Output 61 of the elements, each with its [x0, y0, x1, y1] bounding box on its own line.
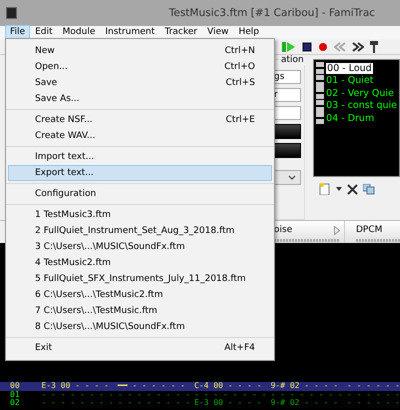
menu-item[interactable]: Instrument — [100, 25, 160, 40]
play-icon — [334, 226, 340, 234]
menu-item[interactable]: 6 C:\Users\...\TestMusic2.ftm — [8, 287, 272, 303]
pattern-cell[interactable]: 9-# 02 - - - - — [268, 399, 345, 408]
pattern-cell[interactable]: - - - - - - - - — [39, 390, 116, 399]
menu-item[interactable]: Save As... — [8, 91, 272, 107]
next-icon[interactable] — [352, 42, 364, 52]
pattern-cell[interactable]: - - - - - - — [345, 390, 400, 399]
window-title: TestMusic3.ftm [#1 Caribou] - FamiTrac — [169, 7, 376, 19]
menu-item[interactable]: 4 TestMusic2.ftm — [8, 255, 272, 271]
pattern-cell[interactable]: - - - - - - - - — [116, 390, 192, 399]
menu-item[interactable]: Export text... — [8, 165, 272, 181]
menu-item[interactable]: Configuration — [8, 186, 272, 202]
menu-item[interactable]: 1 TestMusic3.ftm — [8, 207, 272, 223]
copy-icon[interactable] — [363, 184, 376, 194]
menu-item[interactable]: 7 C:\Users\...\TestMusic.ftm — [8, 303, 272, 319]
pattern-cell[interactable]: - - - - - - — [345, 382, 400, 390]
menu-item[interactable]: 8 C:\Users\...\MUSIC\SoundFx.ftm — [8, 319, 272, 335]
group-title: ation — [279, 55, 306, 65]
menu-item[interactable]: Save Ctrl+S — [8, 75, 272, 91]
caret-icon[interactable] — [336, 187, 342, 191]
row-number: 00 — [9, 382, 21, 390]
caret-icon — [288, 175, 296, 180]
menu-item[interactable]: Create WAV... — [8, 128, 272, 144]
instrument-entry[interactable]: 02 - Very Quie — [326, 88, 394, 99]
pattern-cell[interactable]: E-3 00 - - - - — [39, 382, 116, 390]
record-icon[interactable] — [318, 42, 328, 52]
pattern-cell[interactable]: - - - - - - - - — [39, 399, 116, 408]
menu-item[interactable]: View — [202, 25, 234, 40]
instrument-entry[interactable]: 00 - Loud — [326, 62, 373, 74]
pattern-cell[interactable]: C-4 00 - - - - — [192, 382, 269, 390]
close-icon[interactable] — [347, 184, 358, 194]
menu-item[interactable]: Open... Ctrl+O — [8, 59, 272, 75]
menu-item[interactable]: New Ctrl+N — [8, 43, 272, 59]
pattern-cell[interactable]: 9-# 02 - - - - — [268, 382, 345, 390]
menu-item[interactable]: Create NSF... Ctrl+E — [8, 112, 272, 128]
pattern-cell[interactable]: ━━ - - - - - - — [116, 382, 192, 390]
menu-item[interactable]: Help — [234, 25, 264, 40]
pattern-cell[interactable]: - - - - - - — [345, 399, 400, 408]
row-number: 02 — [9, 399, 21, 408]
pattern-cell[interactable]: - - - - - - - - — [192, 390, 269, 399]
stop-icon[interactable] — [302, 42, 312, 52]
menu-item[interactable]: Tracker — [160, 25, 202, 40]
channel-name: DPCM — [356, 225, 382, 235]
row-number: 01 — [9, 390, 21, 399]
instrument-entry[interactable]: 01 - Quiet — [326, 75, 374, 86]
menu-item[interactable]: 5 FullQuiet_SFX_Instruments_July_11_2018.ftm — [8, 271, 272, 287]
menu-item[interactable]: Exit Alt+F4 — [8, 340, 272, 356]
new-document-icon[interactable] — [319, 183, 332, 195]
channel-header[interactable]: DPCM — [344, 221, 400, 243]
menu-item[interactable]: Module — [58, 25, 100, 40]
pattern-cell[interactable]: - - - - - - - - — [116, 399, 192, 408]
app-icon — [6, 7, 17, 19]
instrument-entry[interactable]: 04 - Drum — [326, 112, 374, 124]
instrument-entry[interactable]: 03 - const quie — [326, 100, 397, 112]
play-pattern-icon[interactable] — [282, 40, 296, 52]
menu-item[interactable]: Edit — [30, 25, 58, 40]
pattern-cell[interactable]: - - - - - - - - — [268, 390, 345, 399]
pattern-cell[interactable]: E-3 00 - - - - — [192, 399, 269, 408]
menu-item[interactable]: Import text... — [8, 149, 272, 165]
channel-name: oise — [274, 225, 292, 235]
